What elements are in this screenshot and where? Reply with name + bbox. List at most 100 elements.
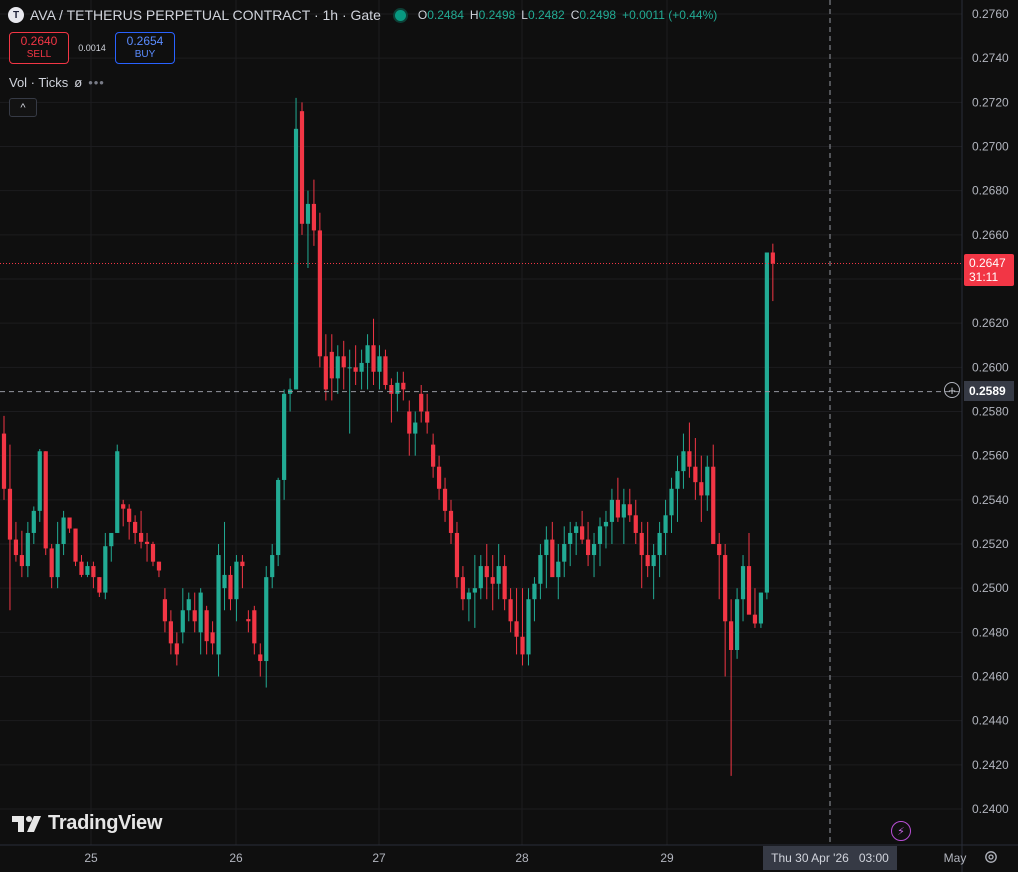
candle-body — [216, 555, 221, 655]
more-options-icon[interactable]: ••• — [88, 75, 105, 90]
candle-body — [222, 574, 227, 589]
candle-body — [740, 566, 746, 600]
candle-body — [764, 252, 769, 593]
candle-body — [532, 583, 537, 600]
candle — [454, 521, 460, 589]
candle — [603, 510, 609, 549]
candle-body — [133, 521, 138, 533]
candle-body — [723, 555, 728, 622]
candle — [353, 345, 358, 385]
candle — [442, 477, 448, 522]
candle-body — [91, 566, 96, 578]
volume-legend[interactable]: Vol · Ticks ø ••• — [9, 75, 105, 90]
candle — [621, 488, 626, 544]
candle-body — [103, 546, 108, 593]
gear-icon[interactable] — [984, 850, 998, 864]
last-price-label: 0.2647 31:11 — [964, 254, 1014, 286]
candle — [502, 555, 507, 611]
candle-body — [401, 382, 406, 390]
candle — [121, 499, 126, 527]
candle — [723, 544, 728, 677]
candle-body — [472, 588, 477, 593]
candle — [91, 561, 96, 589]
candle — [204, 605, 209, 655]
candle-body — [502, 566, 507, 600]
tradingview-logo[interactable]: TradingView — [12, 812, 162, 835]
candle — [585, 521, 591, 567]
candle-body — [615, 499, 620, 518]
candle-body — [556, 561, 561, 578]
candle — [365, 334, 370, 390]
candle — [717, 532, 722, 600]
buy-button[interactable]: 0.2654 BUY — [115, 32, 175, 64]
candle — [115, 444, 120, 533]
candle — [407, 400, 412, 456]
candle-body — [246, 619, 251, 622]
candle — [377, 345, 382, 390]
candle-body — [264, 577, 269, 662]
candle — [472, 555, 477, 628]
candle — [210, 621, 215, 655]
candle-body — [31, 510, 36, 533]
candle — [633, 499, 638, 544]
candle — [73, 528, 78, 567]
candle — [562, 526, 567, 578]
price-tick-label: 0.2720 — [972, 95, 1009, 109]
sell-button[interactable]: 0.2640 SELL — [9, 32, 69, 64]
candle — [282, 389, 287, 500]
candle — [699, 455, 704, 522]
time-tick-label: 26 — [229, 851, 243, 865]
candle-body — [293, 128, 299, 390]
price-tick-label: 0.2440 — [972, 714, 1009, 728]
candle-body — [37, 451, 42, 511]
candle-body — [526, 599, 531, 655]
candle — [448, 499, 454, 544]
candle — [681, 433, 686, 489]
candle — [729, 599, 734, 776]
candle-body — [168, 621, 173, 644]
candle-body — [627, 504, 632, 516]
collapse-legend-button[interactable]: ^ — [9, 98, 37, 117]
lightning-icon[interactable]: ⚡ — [891, 821, 911, 841]
candle-body — [574, 526, 579, 533]
price-tick-label: 0.2600 — [972, 360, 1009, 374]
buy-price: 0.2654 — [126, 34, 164, 48]
candle-body — [395, 382, 400, 394]
candle — [419, 385, 424, 423]
candle-body — [520, 636, 525, 655]
price-tick-label: 0.2420 — [972, 758, 1009, 772]
candle-body — [97, 577, 102, 593]
candle-body — [645, 555, 650, 567]
candle-body — [180, 610, 185, 633]
candle — [460, 566, 466, 611]
crosshair-date: Thu 30 Apr '26 — [771, 851, 849, 865]
add-order-plus-icon[interactable]: + — [944, 382, 960, 398]
candle-body — [115, 451, 120, 533]
candle-body — [478, 566, 483, 589]
volume-label: Vol · Ticks — [9, 75, 69, 90]
candle — [359, 349, 364, 390]
candle — [37, 449, 42, 522]
crosshair-price-label: 0.2589 — [964, 381, 1014, 401]
candle — [55, 521, 60, 589]
candle — [341, 340, 346, 390]
candle-body — [431, 444, 436, 467]
candle-body — [663, 515, 668, 533]
candle — [103, 532, 108, 600]
candle-body — [436, 466, 442, 489]
candle — [222, 521, 227, 611]
candle — [597, 517, 603, 567]
candle-body — [752, 614, 758, 624]
candlestick-chart[interactable]: 0.2760 0.2740 0.2720 0.2700 0.2680 0.2660 0.26… — [0, 0, 1018, 872]
candle — [216, 544, 221, 677]
candle-body — [597, 526, 603, 544]
candle — [246, 610, 251, 633]
market-status-icon[interactable] — [394, 9, 406, 21]
symbol-legend[interactable]: T AVA / TETHERUS PERPETUAL CONTRACT · 1h… — [8, 7, 717, 23]
candle-body — [73, 528, 78, 562]
candle-body — [633, 515, 638, 533]
chart-title[interactable]: AVA / TETHERUS PERPETUAL CONTRACT · 1h ·… — [30, 7, 381, 23]
candle-body — [150, 544, 156, 562]
candle-body — [79, 561, 84, 575]
candle — [43, 451, 48, 556]
